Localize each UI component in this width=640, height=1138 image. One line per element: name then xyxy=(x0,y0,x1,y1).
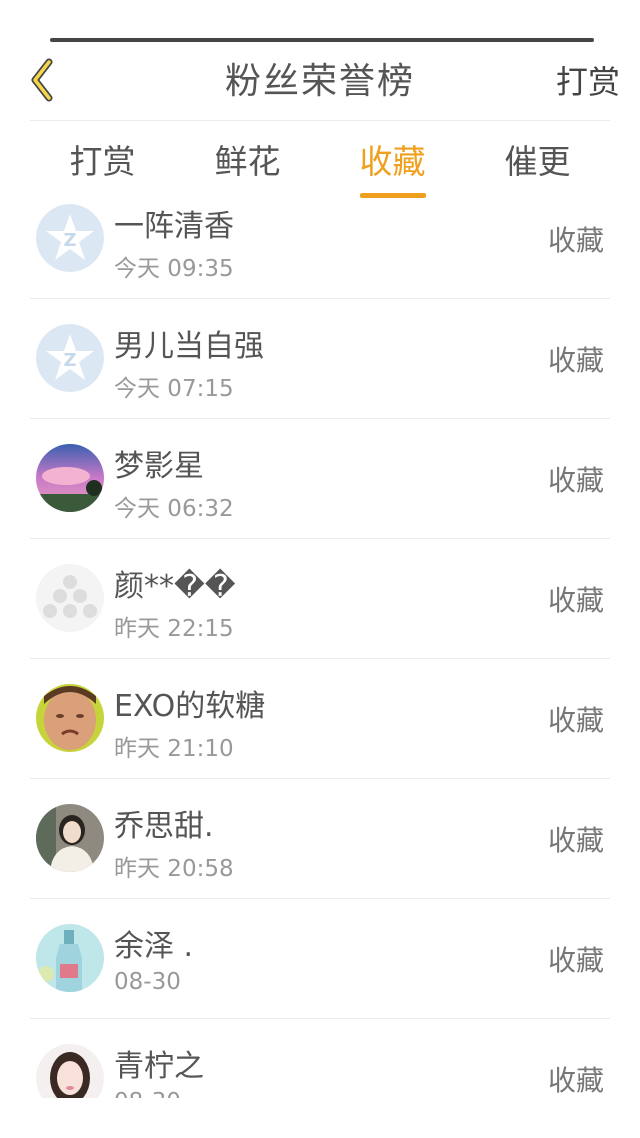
tab-flowers[interactable]: 鲜花 xyxy=(175,121,320,203)
fan-time: 昨天 20:58 xyxy=(114,856,234,882)
fan-time: 今天 06:32 xyxy=(114,496,234,522)
face-avatar xyxy=(36,684,104,752)
tab-reward[interactable]: 打赏 xyxy=(30,121,175,203)
fan-action: 收藏 xyxy=(547,944,604,977)
header-reward-button[interactable]: 打赏 xyxy=(556,44,640,120)
fan-time: 今天 09:35 xyxy=(114,256,234,282)
list-item[interactable]: 青柠之 08-30 收藏 xyxy=(30,1019,610,1098)
pattern-avatar xyxy=(36,564,104,632)
tab-label: 收藏 xyxy=(359,142,426,181)
fan-time: 今天 07:15 xyxy=(114,376,234,402)
fan-action: 收藏 xyxy=(547,344,604,377)
tab-label: 鲜花 xyxy=(214,142,281,181)
fan-action: 收藏 xyxy=(547,224,604,257)
fan-name: 梦影星 xyxy=(114,449,204,484)
list-item[interactable]: 乔思甜. 昨天 20:58 收藏 xyxy=(30,779,610,899)
svg-text:Z: Z xyxy=(63,230,76,251)
girl-avatar xyxy=(36,804,104,872)
fan-name: 一阵清香 xyxy=(114,209,234,244)
header: 粉丝荣誉榜 打赏 xyxy=(0,44,640,120)
tab-label: 打赏 xyxy=(69,142,136,181)
list-item[interactable]: EXO的软糖 昨天 21:10 收藏 xyxy=(30,659,610,779)
active-tab-indicator xyxy=(359,193,426,198)
fan-time: 昨天 21:10 xyxy=(114,736,234,762)
default-avatar-icon: Z xyxy=(36,204,104,272)
portrait-avatar xyxy=(36,1044,104,1098)
fan-action: 收藏 xyxy=(547,704,604,737)
fan-action: 收藏 xyxy=(547,584,604,617)
fan-time: 昨天 22:15 xyxy=(114,616,234,642)
page-title: 粉丝荣誉榜 xyxy=(224,61,415,102)
list-item[interactable]: Z 一阵清香 今天 09:35 收藏 xyxy=(30,203,610,299)
fan-action: 收藏 xyxy=(547,1064,604,1097)
fan-list[interactable]: Z 一阵清香 今天 09:35 收藏 Z 男儿当自强 今天 07:15 收藏 梦… xyxy=(30,203,610,1098)
landscape-avatar xyxy=(36,444,104,512)
tab-bar: 打赏 鲜花 收藏 催更 xyxy=(30,121,610,203)
fan-name: 乔思甜. xyxy=(114,809,214,844)
fan-name: EXO的软糖 xyxy=(114,689,266,724)
list-item[interactable]: Z 男儿当自强 今天 07:15 收藏 xyxy=(30,299,610,419)
default-avatar-icon: Z xyxy=(36,324,104,392)
fan-time: 08-30 xyxy=(114,969,181,995)
list-item[interactable]: 梦影星 今天 06:32 收藏 xyxy=(30,419,610,539)
fan-time: 08-30 xyxy=(114,1089,181,1098)
fan-name: 青柠之 xyxy=(114,1049,204,1084)
fan-name: 余泽 . xyxy=(114,929,194,964)
status-bar-line xyxy=(50,38,594,42)
tab-favorites[interactable]: 收藏 xyxy=(320,121,465,203)
list-item[interactable]: 余泽 . 08-30 收藏 xyxy=(30,899,610,1019)
fan-name: 颜**�� xyxy=(114,569,236,604)
fan-name: 男儿当自强 xyxy=(114,329,264,364)
list-item[interactable]: 颜**�� 昨天 22:15 收藏 xyxy=(30,539,610,659)
bottle-avatar xyxy=(36,924,104,992)
fan-action: 收藏 xyxy=(547,464,604,497)
tab-label: 催更 xyxy=(504,142,571,181)
tab-update-request[interactable]: 催更 xyxy=(465,121,610,203)
svg-text:Z: Z xyxy=(63,350,76,371)
fan-action: 收藏 xyxy=(547,824,604,857)
